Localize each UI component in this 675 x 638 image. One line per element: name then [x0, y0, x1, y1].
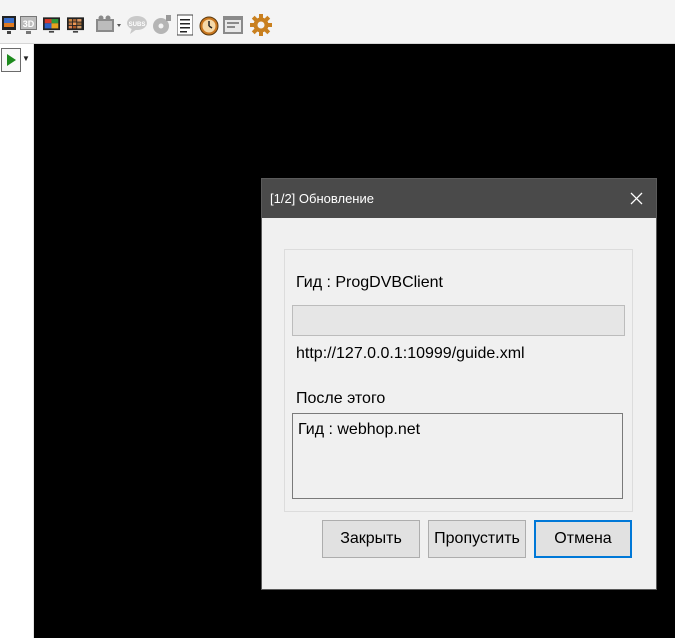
disc-icon[interactable]	[152, 13, 172, 37]
close-button[interactable]: Закрыть	[322, 520, 420, 558]
left-panel: ▼	[0, 44, 34, 638]
guide-label: Гид : ProgDVBClient	[296, 274, 443, 291]
skip-button[interactable]: Пропустить	[428, 520, 526, 558]
subtitles-icon[interactable]: SUBS	[126, 13, 148, 37]
monitor-image-icon[interactable]	[43, 13, 60, 37]
mosaic-icon[interactable]	[67, 13, 84, 37]
svg-text:3D: 3D	[23, 19, 35, 29]
progress-bar	[292, 305, 625, 336]
svg-text:SUBS: SUBS	[129, 22, 146, 28]
update-dialog: [1/2] Обновление Гид : ProgDVBClient htt…	[261, 178, 657, 590]
dialog-title: [1/2] Обновление	[270, 191, 374, 206]
film-icon[interactable]	[96, 13, 122, 37]
play-icon	[7, 54, 16, 66]
cancel-button[interactable]: Отмена	[534, 520, 632, 558]
gear-icon[interactable]	[249, 13, 273, 37]
toolbar: 3D SUBS	[0, 0, 675, 44]
after-label: После этого	[296, 390, 386, 407]
document-icon[interactable]	[177, 13, 193, 37]
close-icon[interactable]	[616, 179, 656, 218]
queue-list[interactable]: Гид : webhop.net	[292, 413, 623, 499]
dialog-titlebar: [1/2] Обновление	[262, 179, 656, 218]
list-item: Гид : webhop.net	[298, 421, 421, 438]
3d-icon[interactable]: 3D	[20, 13, 37, 37]
window-icon[interactable]	[223, 13, 243, 37]
play-dropdown-icon[interactable]: ▼	[22, 54, 30, 63]
clock-icon[interactable]	[199, 13, 219, 37]
play-button[interactable]	[1, 48, 21, 72]
monitor-icon[interactable]	[0, 13, 17, 37]
guide-url: http://127.0.0.1:10999/guide.xml	[296, 345, 525, 362]
